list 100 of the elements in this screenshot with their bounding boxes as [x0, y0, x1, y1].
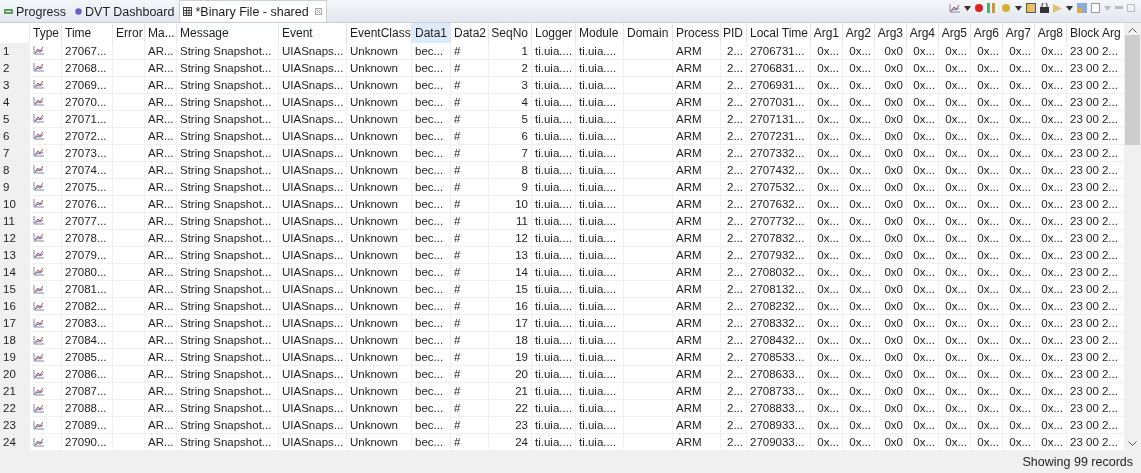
table-cell: Unknown: [347, 400, 412, 417]
table-cell: 0x...: [811, 417, 843, 434]
column-header[interactable]: Type: [30, 23, 62, 43]
tab[interactable]: *Binary File - shared: [179, 0, 327, 22]
table-cell: #: [451, 400, 489, 417]
table-cell: String Snapshot...: [177, 229, 279, 246]
table-cell: 19: [489, 349, 532, 366]
column-header[interactable]: Arg2: [843, 23, 875, 43]
view-menu-icon[interactable]: [1104, 5, 1111, 11]
column-header[interactable]: EventClass: [347, 23, 412, 43]
table-cell: AR...: [145, 264, 177, 280]
table-cell: 0x0: [875, 93, 907, 110]
table-cell: ARM: [673, 332, 721, 349]
column-header[interactable]: Process: [673, 23, 721, 43]
table-cell: 2...: [721, 229, 747, 246]
table-cell: 0x0: [875, 434, 907, 451]
table-cell: String Snapshot...: [177, 212, 279, 229]
table-cell: 2...: [721, 178, 747, 195]
table-cell: 0x0: [875, 178, 907, 195]
chart-icon: [33, 182, 44, 192]
table-cell: ti.uia....: [576, 246, 624, 263]
table-cell: 0x...: [907, 298, 939, 315]
table-cell: AR...: [145, 229, 177, 246]
table-cell: ti.uia....: [576, 93, 624, 110]
table-cell: ti.uia....: [532, 281, 576, 297]
table-cell: bec...: [412, 434, 451, 451]
table-cell: 0x...: [811, 144, 843, 161]
table-cell: String Snapshot...: [177, 400, 279, 417]
minimize-icon[interactable]: [1115, 6, 1123, 10]
table-cell: 0x0: [875, 42, 907, 59]
row-number: 21: [0, 383, 30, 400]
dropdown-icon[interactable]: [1066, 5, 1073, 11]
table-cell: 0x...: [971, 400, 1003, 417]
column-header[interactable]: Arg3: [875, 23, 907, 43]
column-header[interactable]: Ma...: [145, 23, 177, 43]
column-header[interactable]: Data2: [451, 23, 489, 43]
scroll-up-icon[interactable]: [1128, 27, 1137, 33]
tab[interactable]: DVT Dashboard: [71, 0, 180, 22]
table-cell: 2707532...: [747, 178, 811, 195]
table-cell: 2706931...: [747, 76, 811, 93]
table-cell: bec...: [412, 110, 451, 127]
column-header[interactable]: Module: [576, 23, 624, 43]
column-header[interactable]: Arg4: [907, 23, 939, 43]
table-cell: 0x...: [1035, 110, 1067, 127]
column-header[interactable]: Logger: [532, 23, 576, 43]
column-header[interactable]: Arg7: [1003, 23, 1035, 43]
table-cell: String Snapshot...: [177, 417, 279, 434]
row-number: 16: [0, 298, 30, 315]
table-cell: 0x...: [939, 264, 971, 280]
table-cell: ti.uia....: [532, 332, 576, 349]
table-cell: 2...: [721, 383, 747, 400]
table-cell: 6: [489, 127, 532, 144]
column-header[interactable]: Arg8: [1035, 23, 1067, 43]
table-cell: 0x...: [1003, 417, 1035, 434]
table-cell: ti.uia....: [532, 127, 576, 144]
column-header[interactable]: Data1: [412, 23, 451, 43]
table-cell: ti.uia....: [576, 349, 624, 366]
column-header[interactable]: Message: [177, 23, 279, 43]
table-cell: 0x...: [1003, 59, 1035, 76]
table-cell: 0x...: [939, 161, 971, 178]
columns-icon[interactable]: [987, 3, 997, 13]
table-cell: #: [451, 110, 489, 127]
column-header[interactable]: Domain: [624, 23, 673, 43]
table-cell: AR...: [145, 195, 177, 212]
table-cell: #: [451, 417, 489, 434]
dropdown-icon[interactable]: [1015, 5, 1022, 11]
table-cell: #: [451, 366, 489, 383]
column-header[interactable]: SeqNo: [489, 23, 532, 43]
table-cell: 24: [489, 434, 532, 451]
table-cell: 9: [489, 178, 532, 195]
table-cell: AR...: [145, 161, 177, 178]
table-cell: ARM: [673, 315, 721, 332]
scrollbar-thumb[interactable]: [1125, 35, 1140, 145]
table-cell: 0x...: [1035, 178, 1067, 195]
close-icon[interactable]: [314, 8, 322, 15]
table-cell: 0x...: [811, 76, 843, 93]
record-icon[interactable]: [975, 4, 983, 12]
table-cell: AR...: [145, 434, 177, 451]
table-cell: #: [451, 212, 489, 229]
column-header[interactable]: Error: [113, 23, 145, 43]
document-icon[interactable]: [1091, 3, 1100, 13]
lock-icon[interactable]: [1040, 3, 1049, 13]
dropdown-icon[interactable]: [964, 5, 971, 11]
table-cell: UIASnaps...: [279, 212, 347, 229]
table-cell: AR...: [145, 281, 177, 297]
table-cell: 0x0: [875, 110, 907, 127]
column-header[interactable]: Arg6: [971, 23, 1003, 43]
column-header[interactable]: Event: [279, 23, 347, 43]
column-header[interactable]: PID: [721, 23, 747, 43]
table-cell: #: [451, 246, 489, 263]
maximize-icon[interactable]: [1127, 4, 1135, 12]
column-header[interactable]: Time: [62, 23, 113, 43]
table-cell: UIASnaps...: [279, 93, 347, 110]
table-cell: String Snapshot...: [177, 332, 279, 349]
tab[interactable]: Progress: [0, 0, 72, 22]
column-header[interactable]: Arg1: [811, 23, 843, 43]
scroll-down-icon[interactable]: [1128, 441, 1137, 447]
column-header[interactable]: Arg5: [939, 23, 971, 43]
table-cell: bec...: [412, 264, 451, 280]
column-header[interactable]: Local Time: [747, 23, 811, 43]
